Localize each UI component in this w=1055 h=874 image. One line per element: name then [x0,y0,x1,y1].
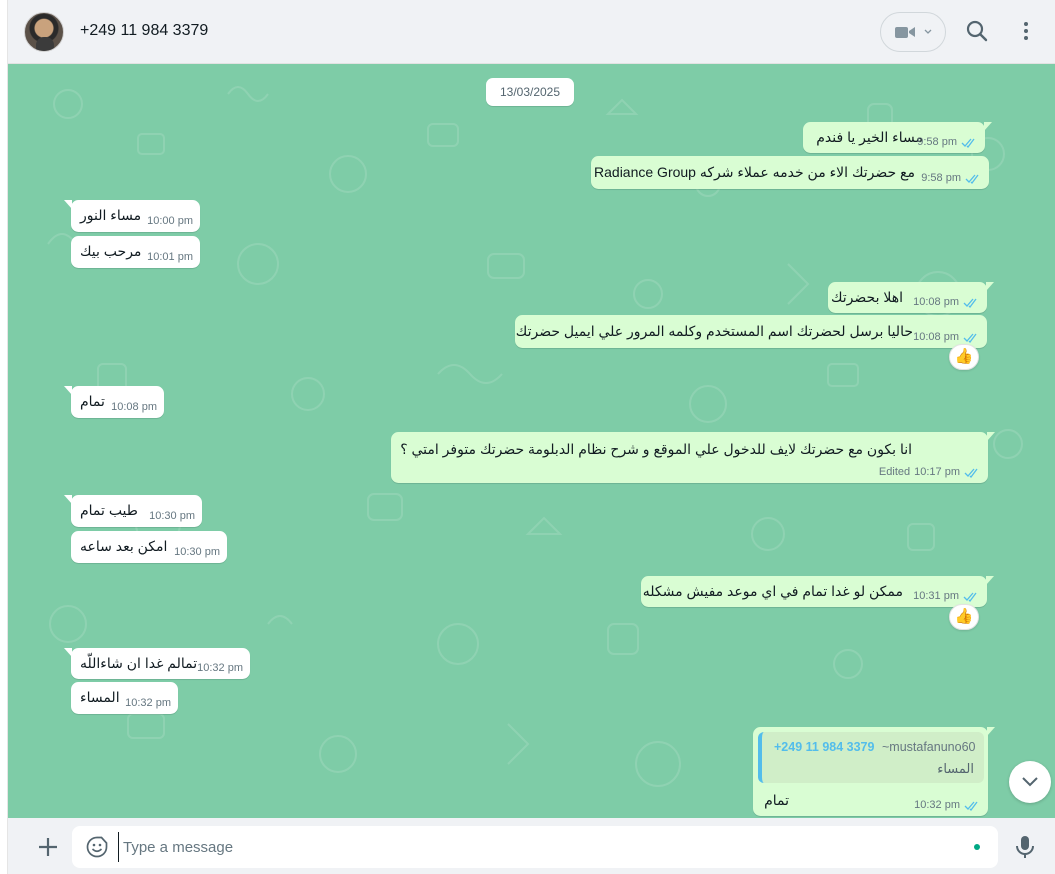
chevron-down-icon [924,29,932,34]
message-text: طيب تمام [80,502,138,518]
outgoing-message[interactable]: حاليا برسل لحضرتك اسم المستخدم وكلمه الم… [515,315,987,348]
message-text: تمام [80,393,105,409]
message-composer [8,818,1055,874]
message-meta: 10:08 pm [111,401,157,413]
outgoing-message[interactable]: اهلا بحضرتك 10:08 pm [828,282,994,313]
thumbs-up-reaction[interactable]: 👍 [949,344,979,370]
read-ticks-icon [963,592,977,602]
message-text: المساء [80,689,120,705]
contact-name[interactable]: +249 11 984 3379 [80,22,208,40]
message-time: 9:58 pm [921,172,961,184]
incoming-message[interactable]: مرحب بيك 10:01 pm [71,236,200,268]
video-camera-icon [895,27,915,38]
message-meta: 9:58 pm [917,136,977,148]
message-text: ممكن لو غدا تمام في اي موعد مفيش مشكله [642,583,903,599]
search-button[interactable] [964,18,990,44]
search-icon [966,20,988,42]
plus-icon [39,838,57,856]
message-meta: 9:58 pm [921,172,981,184]
incoming-message[interactable]: تمام 10:08 pm [64,386,164,418]
message-time: 10:08 pm [913,331,959,343]
message-text: انا بكون مع حضرتك لايف للدخول علي الموقع… [400,441,912,457]
message-time: 10:32 pm [914,799,960,811]
chevron-down-icon [1022,777,1038,787]
chat-area[interactable]: 13/03/2025 مساء الخير يا فندم 9:58 pm مع… [8,64,1055,818]
microphone-icon [1016,836,1034,858]
message-text: تمام [764,792,789,808]
message-meta: 10:08 pm [913,331,979,343]
outgoing-message[interactable]: مساء الخير يا فندم 9:58 pm [803,122,992,153]
whatsapp-window: +249 11 984 3379 13/03/2025 مساء الخير ي… [0,0,1055,874]
outgoing-message[interactable]: ممكن لو غدا تمام في اي موعد مفيش مشكله 1… [641,576,994,607]
message-time: 10:32 pm [125,697,171,709]
outgoing-message[interactable]: انا بكون مع حضرتك لايف للدخول علي الموقع… [391,432,995,483]
attach-button[interactable] [36,832,60,860]
message-time: 10:08 pm [111,401,157,413]
incoming-message[interactable]: تمالم غدا ان شاءاللّه 10:32 pm [64,648,250,679]
message-input[interactable] [118,832,938,862]
message-time: 10:31 pm [913,590,959,602]
message-text: اهلا بحضرتك [830,289,903,305]
sticker-icon [86,836,108,858]
incoming-message[interactable]: امكن بعد ساعه 10:30 pm [71,531,227,563]
message-meta: 10:32 pm [914,799,980,811]
status-dot [974,844,980,850]
incoming-message[interactable]: طيب تمام 10:30 pm [64,495,202,527]
message-meta: 10:00 pm [147,215,193,227]
quoted-sender: +249 11 984 3379 [774,740,875,754]
message-meta: 10:30 pm [174,546,220,558]
thumbs-up-reaction[interactable]: 👍 [949,604,979,630]
menu-button[interactable] [1014,18,1038,44]
read-ticks-icon [963,333,977,343]
message-time: 9:58 pm [917,136,957,148]
sidebar-edge [0,0,8,874]
read-ticks-icon [964,468,978,478]
outgoing-reply-message[interactable]: +249 11 984 3379 ~mustafanuno60 المساء ت… [753,727,995,816]
contact-avatar[interactable] [24,12,64,52]
chat-header: +249 11 984 3379 [8,0,1055,64]
message-time: 10:00 pm [147,215,193,227]
message-text: امكن بعد ساعه [80,538,168,554]
read-ticks-icon [965,174,979,184]
more-vertical-icon [1024,22,1028,40]
read-ticks-icon [961,138,975,148]
read-ticks-icon [964,801,978,811]
edited-label: Edited [878,466,911,478]
message-meta: 10:31 pm [913,590,979,602]
message-meta: 10:08 pm [913,296,979,308]
date-chip: 13/03/2025 [486,78,574,106]
message-time: 10:30 pm [174,546,220,558]
message-time: 10:01 pm [147,251,193,263]
message-text: مع حضرتك الاء من خدمه عملاء شركه Radianc… [594,164,915,180]
message-meta: 10:32 pm [197,662,243,674]
incoming-message[interactable]: مساء النور 10:00 pm [64,200,200,232]
outgoing-message[interactable]: مع حضرتك الاء من خدمه عملاء شركه Radianc… [591,156,989,189]
read-ticks-icon [963,298,977,308]
message-text: تمالم غدا ان شاءاللّه [80,655,198,671]
voice-message-button[interactable] [1014,834,1036,860]
incoming-message[interactable]: المساء 10:32 pm [71,682,178,714]
message-meta: 10:01 pm [147,251,193,263]
video-call-button[interactable] [880,12,946,52]
message-text: مساء النور [80,207,142,223]
message-text: مساء الخير يا فندم [816,129,923,145]
message-time: 10:17 pm [914,466,960,478]
sticker-button[interactable] [86,836,108,858]
message-meta: 10:32 pm [125,697,171,709]
message-input-box[interactable] [72,826,998,868]
message-meta: 10:30 pm [149,510,195,522]
message-time: 10:08 pm [913,296,959,308]
message-text: مرحب بيك [80,243,142,259]
message-text: حاليا برسل لحضرتك اسم المستخدم وكلمه الم… [515,323,913,339]
message-time: 10:30 pm [149,510,195,522]
scroll-to-bottom-button[interactable] [1009,761,1051,803]
message-meta: Edited 10:17 pm [879,466,980,478]
quoted-handle: ~mustafanuno60 [882,740,976,754]
quoted-message[interactable]: +249 11 984 3379 ~mustafanuno60 المساء [758,732,984,783]
quoted-text: المساء [937,761,974,776]
message-time: 10:32 pm [197,662,243,674]
